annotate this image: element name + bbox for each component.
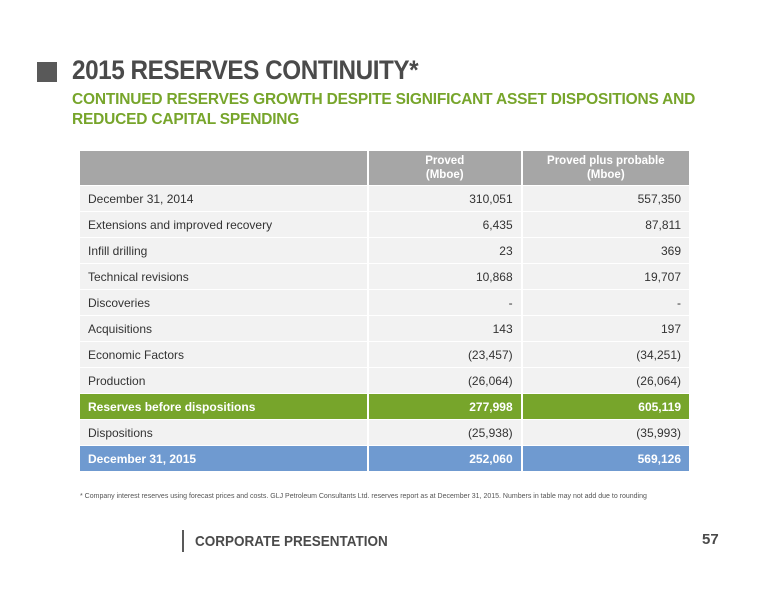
row-probable: 557,350 (520, 185, 689, 212)
table-row: Technical revisions 10,868 19,707 (80, 263, 689, 290)
row-label: December 31, 2015 (80, 445, 368, 472)
table-row: Discoveries - - (80, 289, 689, 316)
table-row: Infill drilling 23 369 (80, 237, 689, 264)
header-probable-line1: Proved plus probable (547, 155, 665, 167)
header-probable-line2: (Mboe) (586, 169, 625, 181)
row-probable: 19,707 (520, 263, 689, 290)
row-proved: 23 (366, 237, 522, 264)
table-row-total: December 31, 2015 252,060 569,126 (80, 445, 689, 472)
row-probable: 569,126 (520, 445, 689, 472)
row-proved: 6,435 (366, 211, 522, 238)
page-number: 57 (702, 531, 719, 548)
title-square-icon (37, 62, 57, 82)
table-header-row: Proved (Mboe) Proved plus probable (Mboe… (80, 151, 689, 186)
row-probable: 87,811 (520, 211, 689, 238)
table-header-proved-plus-probable: Proved plus probable (Mboe) (520, 151, 689, 186)
row-label: December 31, 2014 (80, 185, 368, 212)
table-row: Acquisitions 143 197 (80, 315, 689, 342)
reserves-table: Proved (Mboe) Proved plus probable (Mboe… (80, 151, 689, 472)
row-proved: 310,051 (366, 185, 522, 212)
page-title: 2015 RESERVES CONTINUITY* (72, 55, 419, 85)
table-row: Production (26,064) (26,064) (80, 367, 689, 394)
row-label: Economic Factors (80, 341, 368, 368)
row-proved: (25,938) (366, 419, 522, 446)
footer-divider (182, 530, 184, 552)
row-label: Production (80, 367, 368, 394)
row-proved: - (366, 289, 522, 316)
table-header-proved: Proved (Mboe) (366, 151, 522, 186)
row-label: Technical revisions (80, 263, 368, 290)
table-row: Economic Factors (23,457) (34,251) (80, 341, 689, 368)
row-proved: 252,060 (366, 445, 522, 472)
row-probable: (26,064) (520, 367, 689, 394)
table-row: December 31, 2014 310,051 557,350 (80, 185, 689, 212)
row-label: Discoveries (80, 289, 368, 316)
footer-label: CORPORATE PRESENTATION (195, 533, 388, 550)
table-row: Dispositions (25,938) (35,993) (80, 419, 689, 446)
row-label: Extensions and improved recovery (80, 211, 368, 238)
row-label: Reserves before dispositions (80, 393, 368, 420)
row-proved: (26,064) (366, 367, 522, 394)
row-label: Dispositions (80, 419, 368, 446)
header-proved-line2: (Mboe) (425, 169, 464, 181)
row-probable: 605,119 (520, 393, 689, 420)
row-probable: 369 (520, 237, 689, 264)
row-proved: 10,868 (366, 263, 522, 290)
table-header-blank (80, 151, 368, 186)
header-proved-line1: Proved (425, 155, 465, 167)
row-label: Acquisitions (80, 315, 368, 342)
row-probable: - (520, 289, 689, 316)
table-row: Extensions and improved recovery 6,435 8… (80, 211, 689, 238)
row-proved: 143 (366, 315, 522, 342)
footnote: * Company interest reserves using foreca… (80, 493, 647, 500)
row-probable: 197 (520, 315, 689, 342)
page-subtitle: CONTINUED RESERVES GROWTH DESPITE SIGNIF… (72, 91, 696, 128)
table-row-subtotal: Reserves before dispositions 277,998 605… (80, 393, 689, 420)
row-label: Infill drilling (80, 237, 368, 264)
row-proved: 277,998 (366, 393, 522, 420)
row-probable: (35,993) (520, 419, 689, 446)
row-probable: (34,251) (520, 341, 689, 368)
row-proved: (23,457) (366, 341, 522, 368)
